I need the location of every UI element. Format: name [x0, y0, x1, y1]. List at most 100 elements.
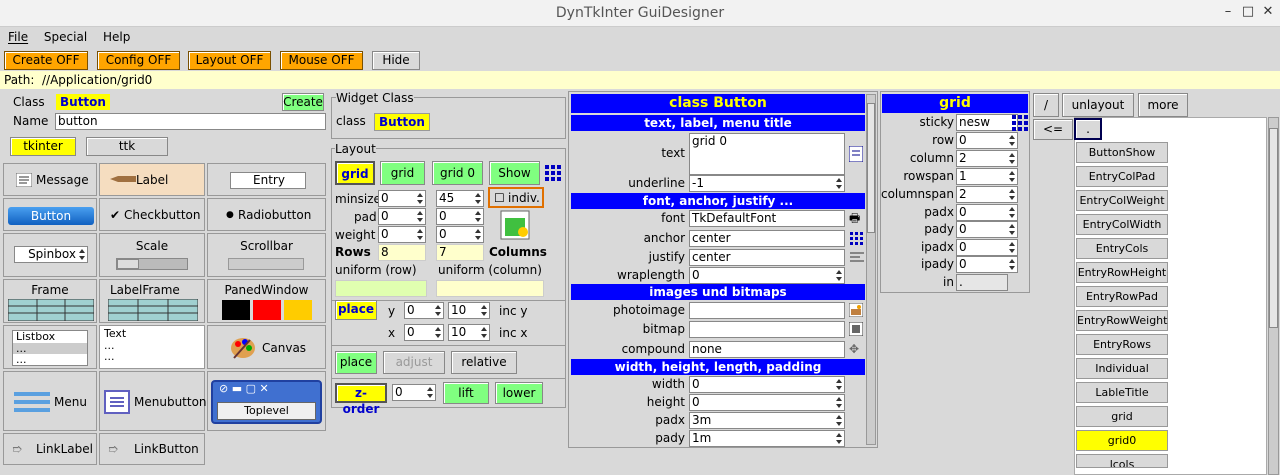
- dot-button[interactable]: .: [1074, 118, 1102, 140]
- maximize-icon[interactable]: □: [1240, 4, 1256, 19]
- widget-button[interactable]: Button: [3, 198, 97, 231]
- cols-value[interactable]: 7: [436, 244, 484, 261]
- bitmap-picker-icon[interactable]: [849, 322, 863, 336]
- grid-column-input[interactable]: 2: [956, 150, 1018, 167]
- widget-checkbutton[interactable]: ✔ Checkbutton: [99, 198, 205, 231]
- grid-button[interactable]: grid: [380, 161, 425, 185]
- x-spinbox[interactable]: 0: [404, 324, 444, 341]
- font-input[interactable]: TkDefaultFont: [689, 210, 845, 227]
- width-spinbox[interactable]: 0: [689, 376, 845, 393]
- compound-input[interactable]: none: [689, 341, 845, 358]
- name-input[interactable]: button: [55, 113, 326, 130]
- relative-button[interactable]: relative: [451, 351, 517, 374]
- menu-special[interactable]: Special: [38, 27, 93, 47]
- grid-sticky-input[interactable]: nesw: [956, 114, 1018, 131]
- tree-item[interactable]: EntryRowWeight: [1076, 310, 1168, 331]
- justify-icon[interactable]: [850, 252, 864, 264]
- sticky-grid-icon[interactable]: [1012, 115, 1028, 131]
- text-input[interactable]: grid 0: [689, 133, 845, 175]
- widget-panedwindow[interactable]: PanedWindow: [207, 279, 326, 323]
- anchor-grid-icon[interactable]: [850, 232, 864, 246]
- zorder-button[interactable]: z-order: [335, 383, 387, 416]
- padx-spinbox[interactable]: 3m: [689, 412, 845, 429]
- wraplength-spinbox[interactable]: 0: [689, 267, 845, 284]
- grid-row-input[interactable]: 0: [956, 132, 1018, 149]
- close-icon[interactable]: ✕: [1260, 4, 1276, 19]
- place-mode-button[interactable]: place: [335, 300, 377, 320]
- widget-labelframe[interactable]: LabelFrame: [99, 279, 205, 323]
- tree-item[interactable]: EntryRowHeight: [1076, 262, 1168, 283]
- menu-help[interactable]: Help: [97, 27, 136, 47]
- menu-file[interactable]: File: [2, 27, 34, 47]
- anchor-input[interactable]: center: [689, 230, 845, 247]
- widget-text[interactable]: Text ... ...: [99, 325, 205, 369]
- col-minsize-spinbox[interactable]: 45: [436, 190, 484, 207]
- tree-item[interactable]: EntryCols: [1076, 238, 1168, 259]
- zorder-spinbox[interactable]: 0: [392, 384, 436, 401]
- widget-message[interactable]: Message: [3, 163, 97, 196]
- config-off-button[interactable]: Config OFF: [97, 51, 180, 70]
- grid-ipadx-input[interactable]: 0: [956, 239, 1018, 256]
- create-button[interactable]: Create: [282, 93, 324, 111]
- pady-spinbox[interactable]: 1m: [689, 430, 845, 447]
- grid-ipady-input[interactable]: 0: [956, 256, 1018, 273]
- height-spinbox[interactable]: 0: [689, 394, 845, 411]
- widget-frame[interactable]: Frame: [3, 279, 97, 323]
- widget-canvas[interactable]: Canvas: [207, 325, 326, 369]
- uniform-row-input[interactable]: [335, 280, 427, 297]
- uniform-col-input[interactable]: [436, 280, 544, 297]
- tree-item[interactable]: LableTitle: [1076, 382, 1168, 403]
- unlayout-button[interactable]: unlayout: [1062, 93, 1134, 117]
- place-button[interactable]: place: [335, 351, 377, 374]
- tree-item[interactable]: grid: [1076, 406, 1168, 427]
- y-spinbox[interactable]: 0: [404, 302, 444, 319]
- show-button[interactable]: Show: [489, 161, 540, 185]
- rows-value[interactable]: 8: [378, 244, 426, 261]
- photoimage-input[interactable]: [689, 302, 845, 319]
- individual-edit-icon[interactable]: [500, 210, 530, 240]
- edit-text-icon[interactable]: [849, 146, 863, 162]
- grid0-button[interactable]: grid 0: [432, 161, 483, 185]
- tree-item[interactable]: grid0: [1076, 430, 1168, 451]
- widget-scrollbar[interactable]: Scrollbar: [207, 233, 326, 277]
- widget-label[interactable]: Label: [99, 163, 205, 196]
- grid-in-input[interactable]: .: [956, 274, 1008, 291]
- bitmap-input[interactable]: [689, 321, 845, 338]
- grid-button-active[interactable]: grid: [335, 161, 375, 185]
- x-inc-spinbox[interactable]: 10: [448, 324, 490, 341]
- widget-spinbox[interactable]: Spinbox: [3, 233, 97, 277]
- tree-item[interactable]: Individual: [1076, 358, 1168, 379]
- y-inc-spinbox[interactable]: 10: [448, 302, 490, 319]
- underline-spinbox[interactable]: -1: [689, 175, 845, 192]
- col-weight-spinbox[interactable]: 0: [436, 226, 484, 243]
- tree-item[interactable]: EntryColWidth: [1076, 214, 1168, 235]
- root-button[interactable]: /: [1033, 93, 1059, 117]
- tree-item[interactable]: EntryRows: [1076, 334, 1168, 355]
- create-off-button[interactable]: Create OFF: [4, 51, 88, 70]
- layout-off-button[interactable]: Layout OFF: [188, 51, 271, 70]
- widget-linklabel[interactable]: ➱ LinkLabel: [3, 433, 97, 465]
- tree-item[interactable]: EntryColPad: [1076, 166, 1168, 187]
- config-scrollbar[interactable]: [866, 94, 876, 445]
- font-picker-icon[interactable]: 🖶: [849, 210, 860, 226]
- widget-radiobutton[interactable]: ● Radiobutton: [207, 198, 326, 231]
- grid-pady-input[interactable]: 0: [956, 221, 1018, 238]
- widget-menu[interactable]: Menu: [3, 371, 97, 431]
- tree-item[interactable]: EntryColWeight: [1076, 190, 1168, 211]
- row-pad-spinbox[interactable]: 0: [378, 208, 426, 225]
- more-button[interactable]: more: [1138, 93, 1188, 117]
- lift-button[interactable]: lift: [443, 382, 489, 404]
- tree-item[interactable]: lcols: [1076, 454, 1168, 468]
- compound-icon[interactable]: ✥: [849, 341, 859, 357]
- widget-toplevel[interactable]: ⊘ ▬ ▢ ✕ Toplevel: [207, 371, 326, 431]
- widget-scale[interactable]: Scale: [99, 233, 205, 277]
- col-pad-spinbox[interactable]: 0: [436, 208, 484, 225]
- tree-scrollbar[interactable]: [1268, 117, 1279, 475]
- grid-columnspan-input[interactable]: 2: [956, 186, 1018, 203]
- minimize-icon[interactable]: –: [1220, 4, 1236, 19]
- indiv-checkbox[interactable]: ☐ indiv.: [488, 187, 544, 208]
- tab-ttk[interactable]: ttk: [86, 137, 168, 156]
- mouse-off-button[interactable]: Mouse OFF: [280, 51, 363, 70]
- lower-button[interactable]: lower: [495, 382, 543, 404]
- grid-dots-icon[interactable]: [545, 165, 561, 181]
